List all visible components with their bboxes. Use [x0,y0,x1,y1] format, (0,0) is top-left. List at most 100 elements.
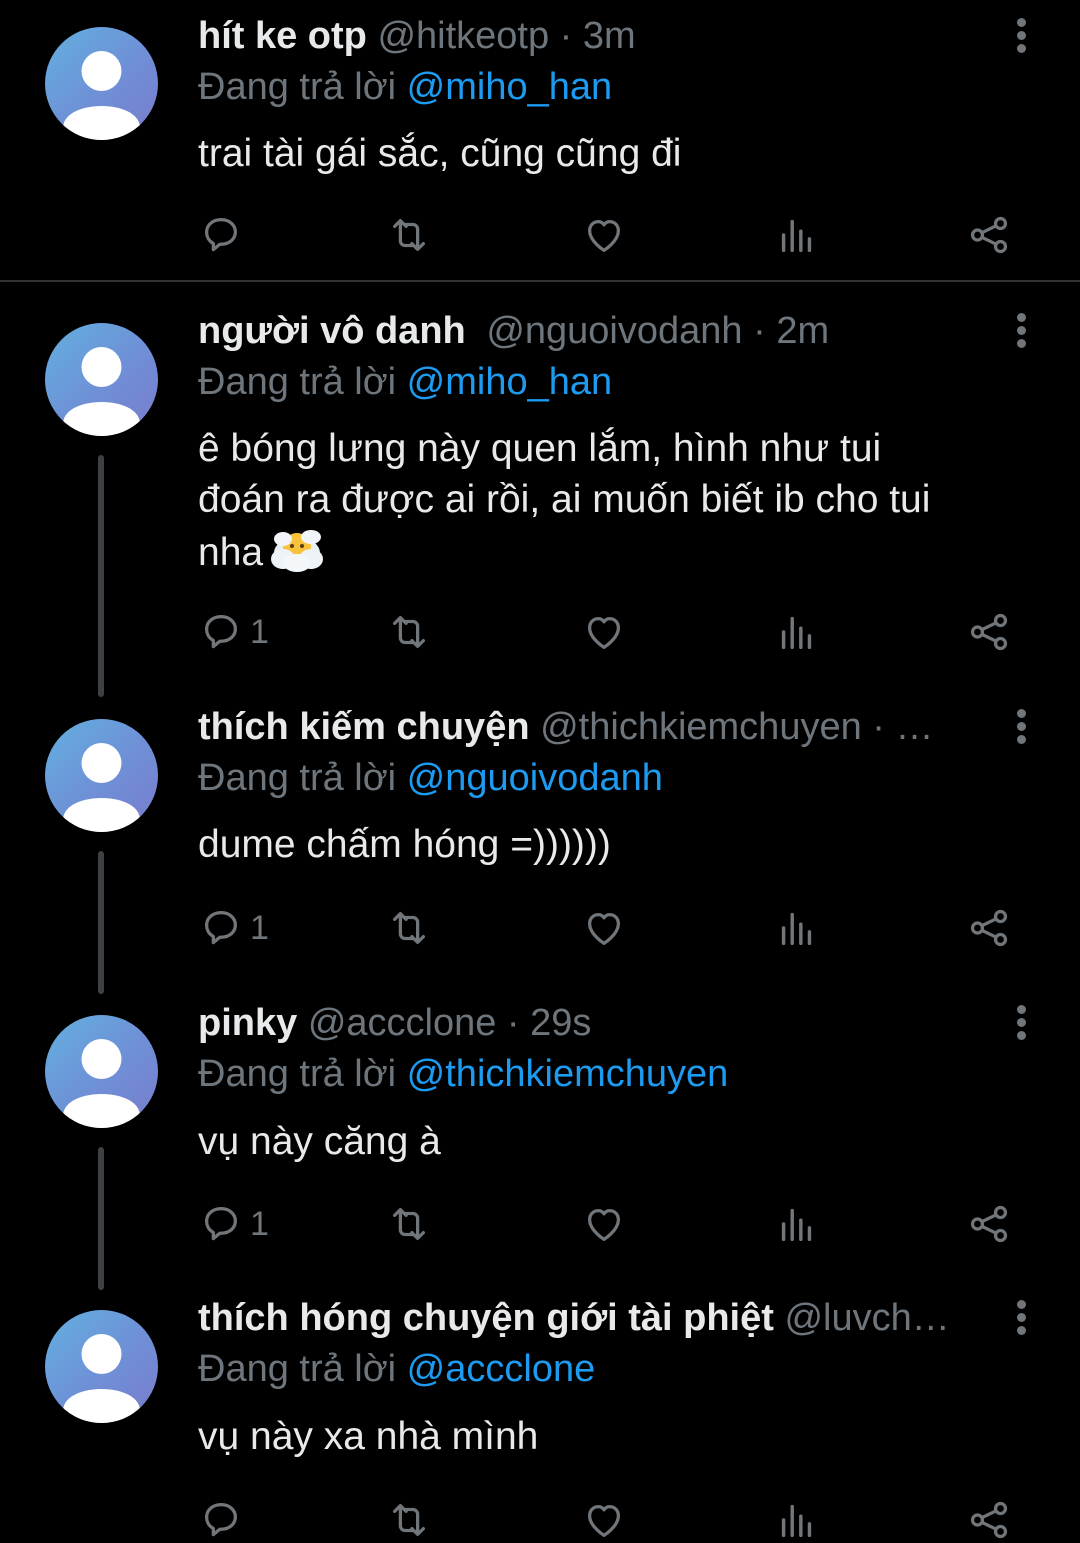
divider [0,280,1080,282]
tweet-header: người vô danh @nguoivodanh · 2m [198,307,1000,355]
share-icon [970,216,1008,254]
like-icon [587,219,621,252]
display-name[interactable]: hít ke otp [198,15,367,57]
action-bar: 1 [198,903,1028,953]
reply-count: 1 [250,908,269,947]
timestamp[interactable]: 2m [776,310,829,352]
user-handle[interactable]: @hitkeotp [377,15,549,57]
avatar[interactable] [45,1015,158,1128]
retweet-button[interactable] [386,607,432,657]
like-icon [587,616,621,649]
tweet-text-line: ê bóng lưng này quen lắm, hình như tui [198,427,882,470]
more-icon[interactable] [1009,18,1033,58]
more-icon[interactable] [1009,1005,1033,1045]
share-icon [970,613,1008,651]
retweet-button[interactable] [386,210,432,260]
like-icon [587,1504,621,1537]
timestamp[interactable]: 3m [583,15,636,57]
tweet-text-line: nha [198,531,264,574]
views-button[interactable] [774,210,820,260]
action-bar [198,1495,1028,1543]
action-bar: 1 [198,1199,1028,1249]
like-button[interactable] [581,210,627,260]
replying-to: Đang trả lời @miho_han [198,63,612,111]
more-icon[interactable] [1009,709,1033,749]
retweet-button[interactable] [386,903,432,953]
views-icon [781,616,812,650]
timestamp[interactable]: 29s [530,1002,591,1044]
mention-link[interactable]: @accclone [407,1348,596,1390]
views-button[interactable] [774,607,820,657]
thread-connector [98,1147,104,1290]
like-button[interactable] [581,607,627,657]
replying-to: Đang trả lời @miho_han [198,358,612,406]
tweet-text-line-last: nha [198,525,1028,578]
share-button[interactable] [966,607,1012,657]
avatar-placeholder-icon [63,51,140,140]
reply-icon [204,1207,238,1241]
action-bar [198,210,1028,260]
views-button[interactable] [774,903,820,953]
tweet-text: vụ này căng à [198,1120,441,1163]
tweet-header: pinky @accclone · 29s [198,999,1000,1047]
user-handle[interactable]: @nguoivodanh [486,310,742,352]
tweet-text: trai tài gái sắc, cũng cũng đi [198,132,682,175]
separator: · [496,1002,531,1044]
reply-button[interactable]: 1 [198,1199,269,1249]
reply-button[interactable]: 1 [198,607,269,657]
avatar[interactable] [45,323,158,436]
mention-link[interactable]: @thichkiemchuyen [407,1053,729,1095]
replying-to-label: Đang trả lời [198,1053,397,1095]
avatar-placeholder-icon [63,1334,140,1423]
display-name[interactable]: thích kiếm chuyện [198,706,530,748]
mention-link[interactable]: @miho_han [407,66,612,108]
like-button[interactable] [581,903,627,953]
views-button[interactable] [774,1199,820,1249]
reply-button[interactable] [198,1495,244,1543]
like-button[interactable] [581,1495,627,1543]
separator: · [742,310,777,352]
user-handle[interactable]: @accclone [308,1002,497,1044]
thread-connector [98,455,104,697]
tweet-text: vụ này xa nhà mình [198,1415,539,1458]
separator: · [549,15,583,57]
avatar-placeholder-icon [63,347,140,436]
reply-button[interactable]: 1 [198,903,269,953]
more-icon[interactable] [1009,1300,1033,1340]
mention-link[interactable]: @miho_han [407,361,612,403]
share-button[interactable] [966,210,1012,260]
mention-link[interactable]: @nguoivodanh [407,757,663,799]
share-icon [970,1205,1008,1243]
replying-to: Đang trả lời @accclone [198,1345,595,1393]
avatar[interactable] [45,719,158,832]
separator: · [861,706,896,748]
reply-button[interactable] [198,210,250,260]
share-button[interactable] [966,1199,1012,1249]
timestamp[interactable]: … [896,706,934,748]
retweet-button[interactable] [386,1199,432,1249]
replying-to: Đang trả lời @thichkiemchuyen [198,1050,728,1098]
replying-to-label: Đang trả lời [198,1348,397,1390]
action-bar: 1 [198,607,1028,657]
views-button[interactable] [774,1495,820,1543]
share-button[interactable] [966,1495,1012,1543]
user-handle[interactable]: @luvch… [784,1297,949,1339]
avatar[interactable] [45,27,158,140]
avatar[interactable] [45,1310,158,1423]
display-name[interactable]: pinky [198,1002,297,1044]
share-button[interactable] [966,903,1012,953]
tweet-header: thích hóng chuyện giới tài phiệt @luvch… [198,1294,1000,1342]
tweet-header: hít ke otp @hitkeotp · 3m [198,12,1000,60]
tweet-text: dume chấm hóng =)))))) [198,823,611,866]
retweet-icon [392,615,426,649]
replying-to-label: Đang trả lời [198,66,397,108]
like-icon [587,912,621,945]
like-button[interactable] [581,1199,627,1249]
user-handle[interactable]: @thichkiemchuyen [540,706,862,748]
retweet-icon [392,1207,426,1241]
display-name[interactable]: người vô danh [198,310,466,352]
retweet-button[interactable] [386,1495,432,1543]
more-icon[interactable] [1009,313,1033,353]
retweet-icon [392,1503,426,1537]
display-name[interactable]: thích hóng chuyện giới tài phiệt [198,1297,774,1339]
